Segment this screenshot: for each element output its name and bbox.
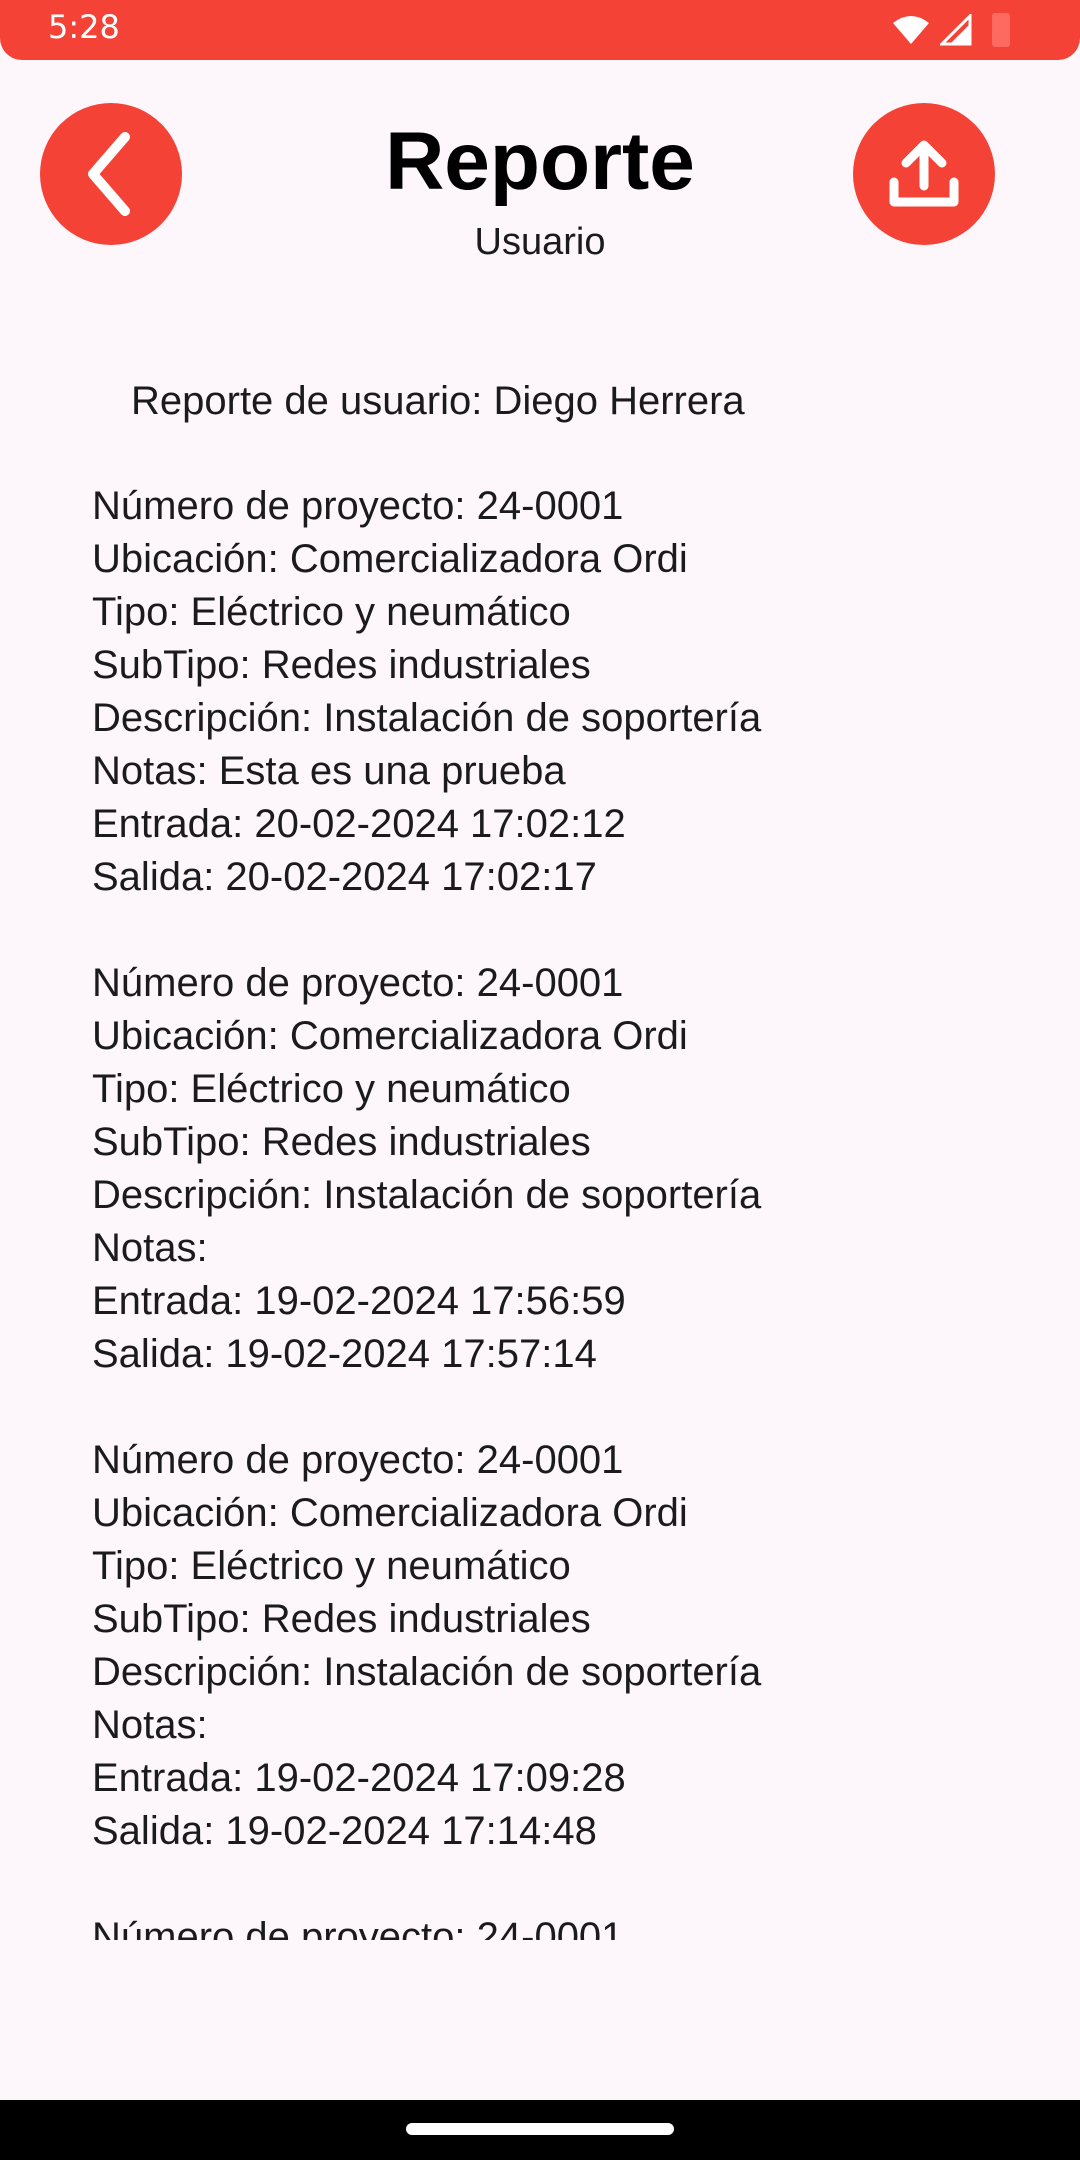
report-record: Número de proyecto: 24-0001 Ubicación: C… xyxy=(92,480,1052,904)
type: Tipo: Eléctrico y neumático xyxy=(92,1067,571,1111)
share-button[interactable] xyxy=(853,103,995,245)
project-number: Número de proyecto: 24-0001 xyxy=(92,1915,624,1940)
wifi-icon xyxy=(893,16,929,44)
report-record: Número de proyecto: 24-0001 xyxy=(92,1911,1052,1940)
report-records: Número de proyecto: 24-0001 Ubicación: C… xyxy=(92,480,1052,1940)
subtype: SubTipo: Redes industriales xyxy=(92,643,591,687)
check-in: Entrada: 20-02-2024 17:02:12 xyxy=(92,802,626,846)
report-record: Número de proyecto: 24-0001 Ubicación: C… xyxy=(92,1434,1052,1858)
project-number: Número de proyecto: 24-0001 xyxy=(92,1438,624,1482)
report-scroll-area[interactable]: Reporte de usuario: Diego Herrera Número… xyxy=(0,370,1080,1940)
report-user-line: Reporte de usuario: Diego Herrera xyxy=(131,379,745,423)
status-bar: 5:28 xyxy=(0,0,1080,60)
check-out: Salida: 19-02-2024 17:57:14 xyxy=(92,1332,597,1376)
report-record: Número de proyecto: 24-0001 Ubicación: C… xyxy=(92,957,1052,1381)
battery-icon xyxy=(992,13,1010,47)
location: Ubicación: Comercializadora Ordi xyxy=(92,1014,688,1058)
check-in: Entrada: 19-02-2024 17:09:28 xyxy=(92,1756,626,1800)
home-indicator[interactable] xyxy=(406,2123,674,2135)
project-number: Número de proyecto: 24-0001 xyxy=(92,484,624,528)
description: Descripción: Instalación de soportería xyxy=(92,1173,762,1217)
signal-icon xyxy=(940,14,972,46)
check-out: Salida: 19-02-2024 17:14:48 xyxy=(92,1809,597,1853)
subtype: SubTipo: Redes industriales xyxy=(92,1120,591,1164)
upload-icon xyxy=(889,140,959,207)
notes: Notas: xyxy=(92,1226,208,1270)
type: Tipo: Eléctrico y neumático xyxy=(92,1544,571,1588)
location: Ubicación: Comercializadora Ordi xyxy=(92,537,688,581)
status-icons xyxy=(892,12,1010,48)
notes: Notas: xyxy=(92,1703,208,1747)
status-time: 5:28 xyxy=(48,8,120,46)
check-out: Salida: 20-02-2024 17:02:17 xyxy=(92,855,597,899)
project-number: Número de proyecto: 24-0001 xyxy=(92,961,624,1005)
type: Tipo: Eléctrico y neumático xyxy=(92,590,571,634)
subtype: SubTipo: Redes industriales xyxy=(92,1597,591,1641)
notes: Notas: Esta es una prueba xyxy=(92,749,566,793)
description: Descripción: Instalación de soportería xyxy=(92,696,762,740)
location: Ubicación: Comercializadora Ordi xyxy=(92,1491,688,1535)
check-in: Entrada: 19-02-2024 17:56:59 xyxy=(92,1279,626,1323)
navigation-bar xyxy=(0,2100,1080,2160)
description: Descripción: Instalación de soportería xyxy=(92,1650,762,1694)
